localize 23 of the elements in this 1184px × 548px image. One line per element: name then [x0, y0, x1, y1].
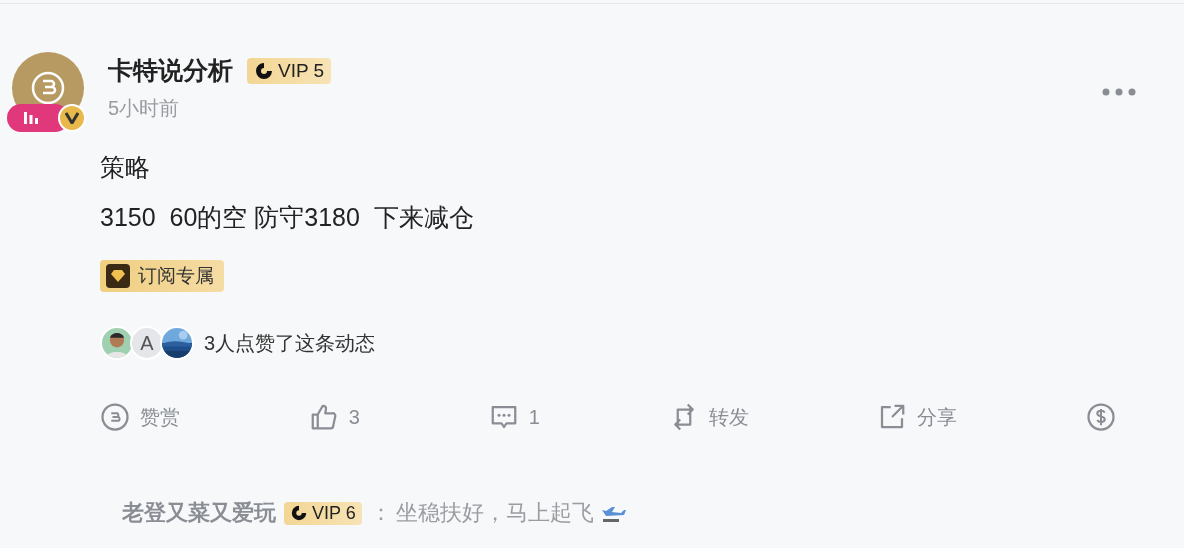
avatar-letter: A	[130, 326, 164, 360]
level-icon	[254, 60, 274, 81]
tip-button[interactable]: 赞赏	[100, 402, 180, 432]
comment-text: 坐稳扶好，马上起飞	[395, 499, 594, 527]
dollar-icon	[1086, 402, 1116, 432]
vip-badge: VIP 5	[247, 57, 332, 84]
more-icon[interactable]	[1102, 88, 1136, 96]
level-icon	[290, 504, 308, 522]
post-time: 5小时前	[108, 96, 181, 121]
like-button[interactable]: 3	[308, 402, 360, 432]
repost-button[interactable]: 转发	[668, 402, 749, 432]
comment-button[interactable]: 1	[488, 402, 540, 432]
post-text: 3150 60的空 防守3180 下来减仓	[100, 202, 475, 233]
subscriber-tag: 订阅专属	[100, 260, 224, 292]
likes-summary: 3人点赞了这条动态	[204, 330, 376, 356]
colon: ：	[369, 499, 392, 527]
author-name[interactable]: 卡特说分析	[108, 54, 233, 87]
coin-icon	[100, 402, 130, 432]
commenter-name[interactable]: 老登又菜又爱玩	[122, 498, 276, 528]
share-button[interactable]: 分享	[877, 402, 958, 432]
coin-button[interactable]	[1086, 402, 1116, 432]
vip-badge: VIP 6	[284, 501, 362, 525]
post-text: 策略	[100, 152, 151, 183]
